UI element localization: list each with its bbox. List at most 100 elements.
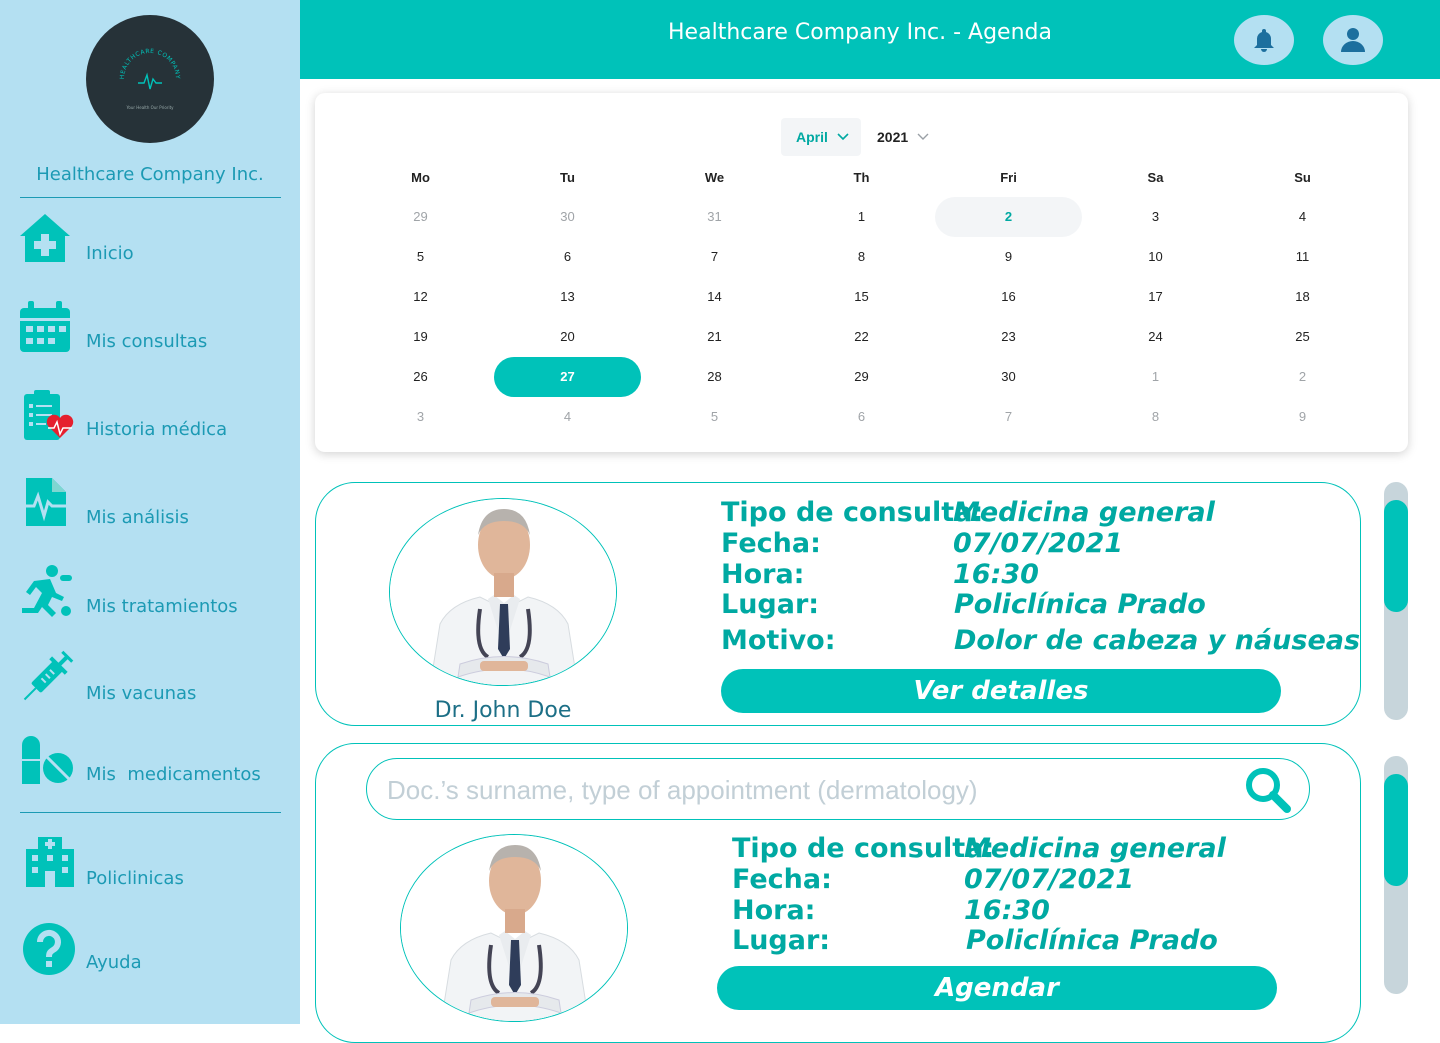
calendar-day[interactable]: 5 — [347, 237, 494, 277]
help-icon — [23, 923, 75, 975]
calendar-day[interactable]: 13 — [494, 277, 641, 317]
calendar-day[interactable]: 22 — [788, 317, 935, 357]
doctor-avatar — [389, 498, 617, 686]
calendar-day[interactable]: 18 — [1229, 277, 1376, 317]
value-place: Policlínica Prado — [954, 589, 1206, 620]
calendar: April 2021 Mo Tu We Th Fri Sa Su 29 30 31 1 2 3 4 5 6 7 8… — [315, 93, 1408, 452]
scrollbar-thumb[interactable] — [1384, 774, 1408, 886]
search-icon — [1246, 768, 1291, 813]
sidebar-item-mis-consultas[interactable]: Mis consultas — [0, 298, 300, 368]
calendar-day[interactable]: 23 — [935, 317, 1082, 357]
logo-tagline: Your Health Our Priority — [125, 105, 174, 110]
appointment-scrollbar[interactable] — [1384, 482, 1408, 720]
calendar-day[interactable]: 8 — [788, 237, 935, 277]
calendar-day[interactable]: 4 — [494, 397, 641, 437]
company-logo[interactable]: HEALTHCARE COMPANY Your Health Our Prior… — [86, 15, 214, 143]
value-date: 07/07/2021 — [953, 528, 1124, 559]
calendar-day[interactable]: 29 — [788, 357, 935, 397]
weekday-header: Tu — [560, 170, 575, 185]
pills-icon — [22, 736, 73, 784]
sidebar-item-ayuda[interactable]: Ayuda — [0, 920, 300, 990]
calendar-day[interactable]: 7 — [935, 397, 1082, 437]
calendar-day[interactable]: 10 — [1082, 237, 1229, 277]
search-bar — [366, 758, 1310, 820]
calendar-day[interactable]: 30 — [494, 197, 641, 237]
file-waveform-icon — [18, 478, 70, 526]
calendar-day[interactable]: 14 — [641, 277, 788, 317]
home-medical-icon — [20, 214, 70, 262]
calendar-day[interactable]: 4 — [1229, 197, 1376, 237]
doctor-avatar — [400, 834, 628, 1022]
value-date: 07/07/2021 — [964, 864, 1135, 895]
chevron-down-icon — [837, 133, 849, 141]
calendar-day[interactable]: 1 — [1082, 357, 1229, 397]
sidebar-item-mis-analisis[interactable]: Mis análisis — [0, 476, 300, 546]
booking-scrollbar[interactable] — [1384, 756, 1408, 994]
schedule-button[interactable]: Agendar — [717, 966, 1277, 1010]
view-details-button[interactable]: Ver detalles — [721, 669, 1281, 713]
sidebar-divider — [20, 812, 281, 813]
calendar-day[interactable]: 1 — [788, 197, 935, 237]
weekday-header: Fri — [1000, 170, 1017, 185]
calendar-day[interactable]: 11 — [1229, 237, 1376, 277]
weekday-header: Sa — [1147, 170, 1164, 185]
calendar-day[interactable]: 6 — [788, 397, 935, 437]
month-select[interactable]: April — [781, 118, 861, 156]
sidebar-item-label: Historia médica — [86, 419, 228, 440]
value-time: 16:30 — [953, 559, 1039, 590]
calendar-day[interactable]: 7 — [641, 237, 788, 277]
label-date: Fecha: — [732, 864, 832, 895]
sidebar-item-inicio[interactable]: Inicio — [0, 208, 300, 278]
sidebar-item-mis-medicamentos[interactable]: Mis medicamentos — [0, 734, 300, 804]
calendar-day[interactable]: 17 — [1082, 277, 1229, 317]
calendar-day[interactable]: 28 — [641, 357, 788, 397]
calendar-day[interactable]: 9 — [1229, 397, 1376, 437]
scrollbar-thumb[interactable] — [1384, 500, 1408, 612]
value-type: Medicina general — [953, 497, 1215, 528]
profile-button[interactable] — [1323, 15, 1383, 65]
calendar-day[interactable]: 3 — [347, 397, 494, 437]
calendar-day[interactable]: 2 — [935, 197, 1082, 237]
sidebar-item-mis-vacunas[interactable]: Mis vacunas — [0, 650, 300, 720]
weekday-header: Mo — [411, 170, 430, 185]
sidebar-item-label: Ayuda — [86, 952, 142, 973]
calendar-day[interactable]: 3 — [1082, 197, 1229, 237]
calendar-day[interactable]: 16 — [935, 277, 1082, 317]
user-icon — [1341, 28, 1365, 52]
calendar-day[interactable]: 9 — [935, 237, 1082, 277]
calendar-day[interactable]: 2 — [1229, 357, 1376, 397]
sidebar-item-historia-medica[interactable]: Historia médica — [0, 388, 300, 458]
calendar-day[interactable]: 24 — [1082, 317, 1229, 357]
calendar-day[interactable]: 12 — [347, 277, 494, 317]
calendar-day[interactable]: 20 — [494, 317, 641, 357]
sidebar-item-label: Mis medicamentos — [86, 764, 261, 785]
calendar-day[interactable]: 31 — [641, 197, 788, 237]
sidebar-item-mis-tratamientos[interactable]: Mis tratamientos — [0, 563, 300, 633]
calendar-day[interactable]: 25 — [1229, 317, 1376, 357]
calendar-day[interactable]: 8 — [1082, 397, 1229, 437]
calendar-day[interactable]: 15 — [788, 277, 935, 317]
value-type: Medicina general — [964, 833, 1226, 864]
search-input[interactable] — [387, 771, 1227, 809]
calendar-day[interactable]: 27 — [494, 357, 641, 397]
sidebar-item-label: Inicio — [86, 243, 134, 264]
year-select-value: 2021 — [877, 129, 909, 145]
top-header: Healthcare Company Inc. - Agenda — [300, 0, 1440, 79]
year-select[interactable]: 2021 — [868, 118, 938, 156]
sidebar-item-policlinicas[interactable]: Policlinicas — [0, 835, 300, 905]
value-place: Policlínica Prado — [966, 925, 1218, 956]
calendar-day[interactable]: 30 — [935, 357, 1082, 397]
calendar-day[interactable]: 29 — [347, 197, 494, 237]
calendar-day[interactable]: 5 — [641, 397, 788, 437]
sidebar-item-label: Policlinicas — [86, 868, 184, 889]
calendar-day[interactable]: 26 — [347, 357, 494, 397]
notifications-button[interactable] — [1234, 15, 1294, 65]
calendar-day[interactable]: 6 — [494, 237, 641, 277]
doctor-photo — [390, 499, 616, 685]
calendar-day[interactable]: 19 — [347, 317, 494, 357]
calendar-day[interactable]: 21 — [641, 317, 788, 357]
label-reason: Motivo: — [721, 625, 836, 656]
search-button[interactable] — [1243, 765, 1293, 815]
doctor-photo — [401, 835, 627, 1021]
month-select-value: April — [796, 129, 828, 145]
